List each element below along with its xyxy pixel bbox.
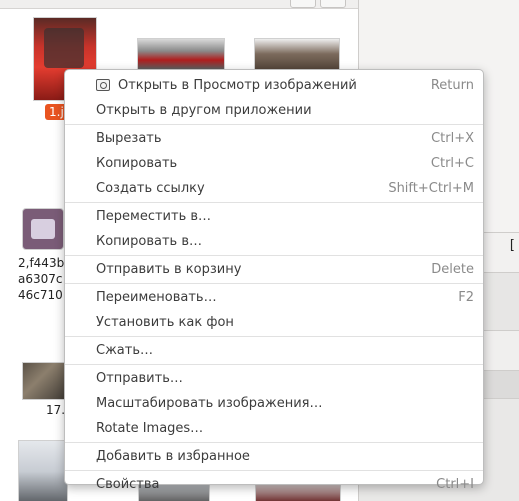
side-pane-text: [: [508, 238, 516, 253]
menu-item-label: Переместить в…: [96, 209, 212, 224]
menu-item-label: Отправить в корзину: [96, 262, 242, 277]
context-menu: Открыть в Просмотр изображений Return Откр…: [64, 69, 484, 492]
menu-item[interactable]: Установить как фон: [65, 310, 483, 335]
file-thumbnail[interactable]: [137, 38, 225, 70]
menu-item-label: Вырезать: [96, 131, 162, 146]
menu-item[interactable]: Отправить в корзину Delete: [65, 257, 483, 282]
toolbar-button[interactable]: [290, 0, 316, 8]
menu-item-label: Отправить…: [96, 371, 183, 386]
menu-item[interactable]: Открыть в Просмотр изображений Return: [65, 73, 483, 98]
menu-item[interactable]: Сжать…: [65, 338, 483, 363]
menu-item-shortcut: Ctrl+I: [436, 477, 474, 492]
file-name[interactable]: 2,f443b a6307c 46c710: [18, 255, 66, 303]
file-name[interactable]: 17.: [46, 402, 65, 418]
toolbar-button[interactable]: [320, 0, 346, 8]
menu-item[interactable]: Добавить в избранное: [65, 444, 483, 469]
menu-item[interactable]: Переименовать… F2: [65, 285, 483, 310]
menu-item-shortcut: Ctrl+C: [430, 156, 474, 171]
menu-separator: [65, 202, 483, 203]
menu-item[interactable]: Открыть в другом приложении: [65, 98, 483, 123]
file-manager-window: [ 1.j 2,f443b a6307c 46c710 17. Открыть …: [0, 0, 519, 501]
menu-item[interactable]: Создать ссылку Shift+Ctrl+M: [65, 176, 483, 201]
menu-separator: [65, 442, 483, 443]
toolbar: [0, 0, 360, 9]
file-thumbnail[interactable]: [22, 208, 64, 250]
menu-item-label: Открыть в другом приложении: [96, 103, 312, 118]
menu-item-label: Rotate Images…: [96, 421, 204, 436]
menu-item[interactable]: Копировать Ctrl+C: [65, 151, 483, 176]
menu-item-label: Установить как фон: [96, 315, 234, 330]
image-viewer-icon: [96, 79, 110, 91]
menu-separator: [65, 283, 483, 284]
menu-item-label: Переименовать…: [96, 290, 217, 305]
menu-item[interactable]: Свойства Ctrl+I: [65, 472, 483, 497]
menu-item-shortcut: Shift+Ctrl+M: [388, 181, 474, 196]
menu-item-shortcut: F2: [458, 290, 474, 305]
menu-item-label: Открыть в Просмотр изображений: [118, 78, 357, 93]
menu-item[interactable]: Rotate Images…: [65, 416, 483, 441]
file-thumbnail[interactable]: [18, 440, 68, 501]
menu-item-shortcut: Return: [430, 78, 474, 93]
menu-item-label: Сжать…: [96, 343, 153, 358]
file-thumbnail[interactable]: [254, 38, 340, 70]
menu-item-label: Масштабировать изображения…: [96, 396, 323, 411]
menu-item[interactable]: Вырезать Ctrl+X: [65, 126, 483, 151]
menu-item-label: Копировать в…: [96, 234, 202, 249]
menu-item[interactable]: Масштабировать изображения…: [65, 391, 483, 416]
file-thumbnail[interactable]: [22, 362, 68, 400]
menu-item[interactable]: Копировать в…: [65, 229, 483, 254]
menu-item-label: Создать ссылку: [96, 181, 205, 196]
menu-item-label: Добавить в избранное: [96, 449, 250, 464]
menu-item[interactable]: Переместить в…: [65, 204, 483, 229]
menu-item-label: Копировать: [96, 156, 178, 171]
menu-separator: [65, 364, 483, 365]
menu-separator: [65, 470, 483, 471]
menu-separator: [65, 124, 483, 125]
menu-separator: [65, 255, 483, 256]
menu-separator: [65, 336, 483, 337]
menu-item-label: Свойства: [96, 477, 160, 492]
menu-item-shortcut: Ctrl+X: [431, 131, 474, 146]
menu-item[interactable]: Отправить…: [65, 366, 483, 391]
menu-item-shortcut: Delete: [431, 262, 474, 277]
